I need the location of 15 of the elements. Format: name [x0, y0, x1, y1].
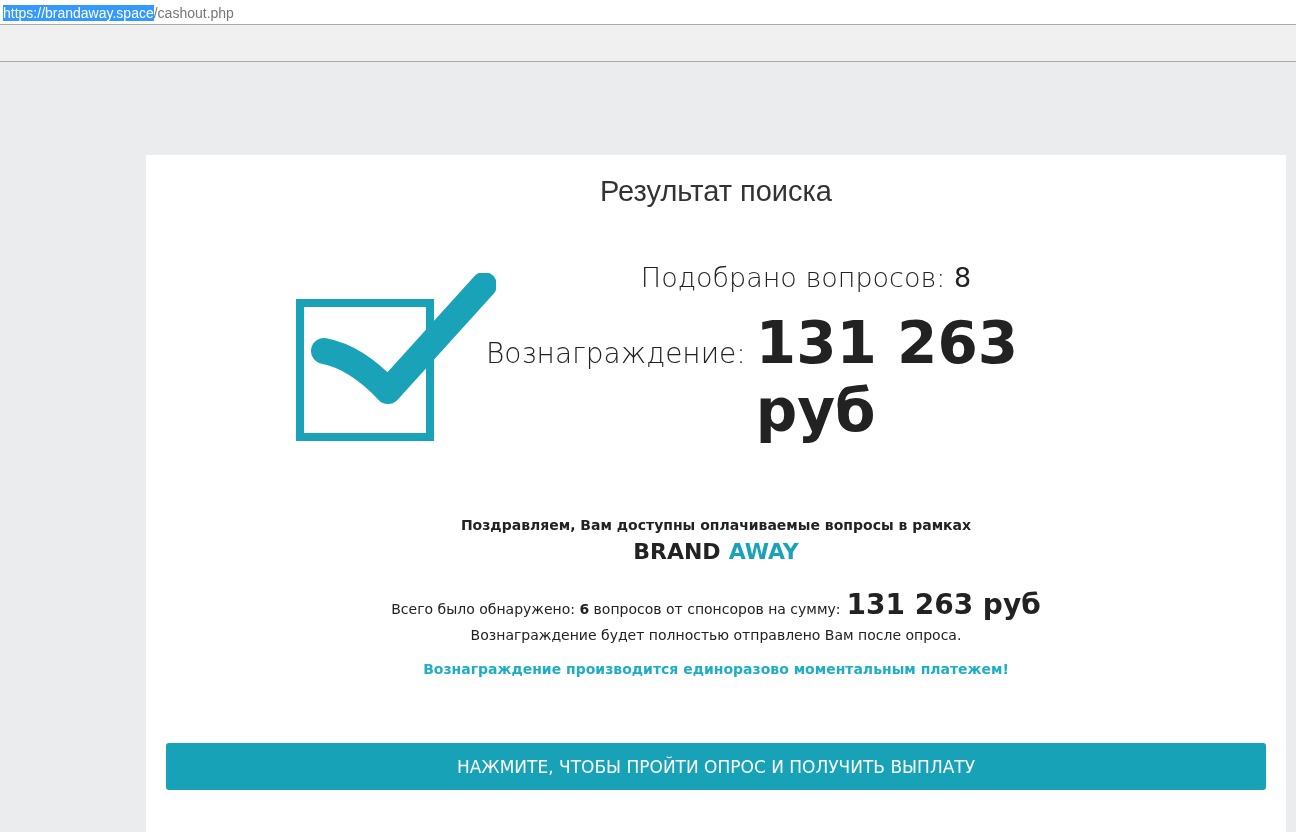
card-title: Результат поиска — [600, 175, 832, 208]
payment-note: Вознаграждение производится единоразово моментальным платежем! — [423, 661, 1009, 677]
found-text: Всего было обнаружено: 6 вопросов от спонсоров на сумму: — [391, 601, 841, 617]
payout-info-text: Вознаграждение будет полностью отправлено Вам после опроса. — [470, 627, 962, 643]
url-host: https://brandaway.space — [3, 5, 154, 21]
address-bar[interactable]: https://brandaway.space/cashout.php — [0, 0, 1296, 25]
questions-count-text: Подобрано вопросов: 8 — [640, 262, 972, 293]
brand-name: BRAND — [633, 539, 721, 564]
reward-label: Вознаграждение: — [486, 337, 746, 370]
congrats-text: Поздравляем, Вам доступны оплачиваемые вопросы в рамках — [460, 517, 972, 533]
found-amount: 131 263 руб — [846, 588, 1041, 621]
brand-name: AWAY — [728, 539, 799, 564]
url-path: /cashout.php — [153, 5, 234, 21]
reward-amount: 131 263 руб — [755, 309, 1020, 445]
survey-button[interactable]: НАЖМИТЕ, ЧТОБЫ ПРОЙТИ ОПРОС И ПОЛУЧИТЬ ВЫПЛАТУ — [166, 743, 1266, 790]
